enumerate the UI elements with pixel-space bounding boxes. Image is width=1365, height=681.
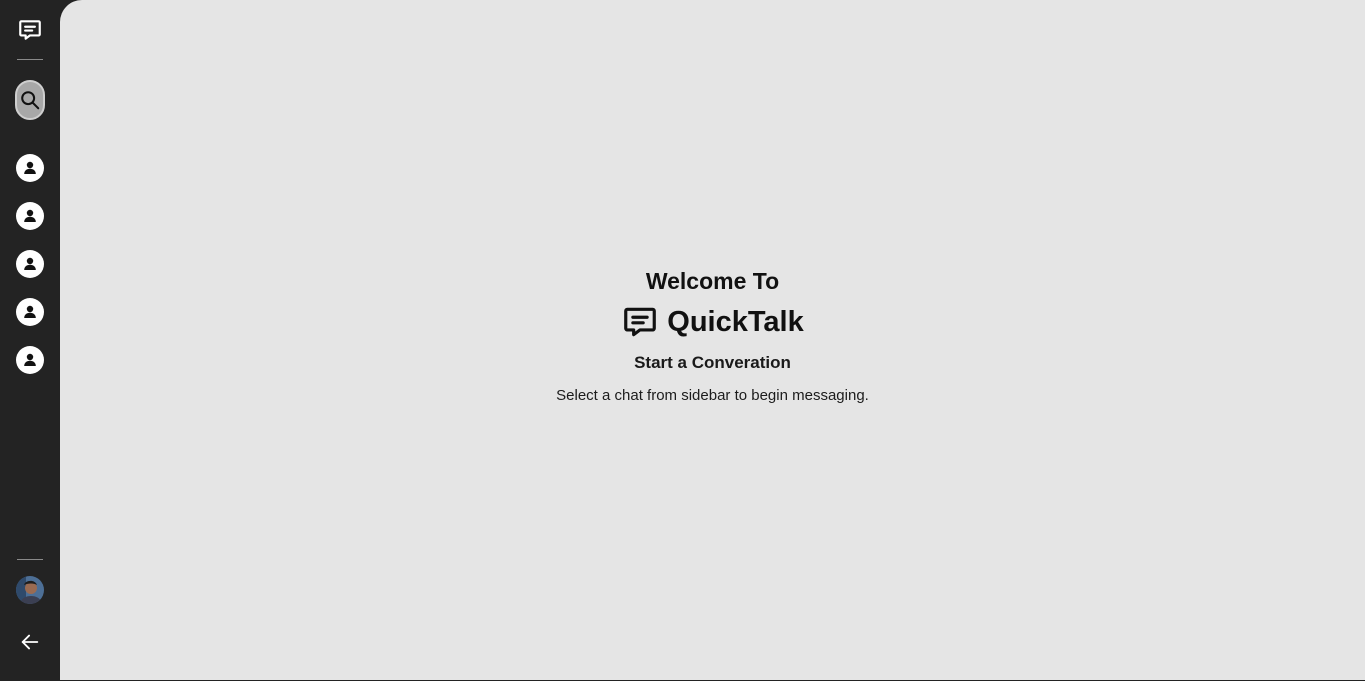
- back-button[interactable]: [18, 630, 42, 654]
- search-button[interactable]: [15, 80, 45, 120]
- sidebar: [0, 0, 60, 681]
- brand-name: QuickTalk: [667, 306, 804, 338]
- chat-bubble-icon: [621, 303, 659, 341]
- user-icon: [24, 209, 36, 222]
- sidebar-divider-bottom: [17, 559, 43, 560]
- contact-avatar[interactable]: [16, 202, 44, 230]
- arrow-left-icon: [21, 634, 39, 650]
- user-icon: [24, 353, 36, 366]
- brand: QuickTalk: [621, 303, 804, 341]
- main-panel: Welcome To QuickTalk Start a Converation…: [60, 0, 1365, 680]
- contact-avatar[interactable]: [16, 250, 44, 278]
- instruction-text: Select a chat from sidebar to begin mess…: [556, 387, 869, 404]
- sidebar-divider-top: [17, 59, 43, 60]
- chat-bubble-icon[interactable]: [15, 15, 45, 45]
- contact-avatar[interactable]: [16, 346, 44, 374]
- subtitle: Start a Converation: [634, 353, 791, 372]
- user-icon: [24, 161, 36, 174]
- search-icon: [21, 91, 40, 110]
- contact-avatar[interactable]: [16, 298, 44, 326]
- contact-list: [16, 154, 44, 394]
- welcome-title: Welcome To: [645, 268, 780, 294]
- user-icon: [24, 305, 36, 318]
- avatar[interactable]: [16, 576, 44, 604]
- welcome-placeholder: Welcome To QuickTalk Start a Converation…: [60, 266, 1365, 406]
- user-icon: [24, 257, 36, 270]
- contact-avatar[interactable]: [16, 154, 44, 182]
